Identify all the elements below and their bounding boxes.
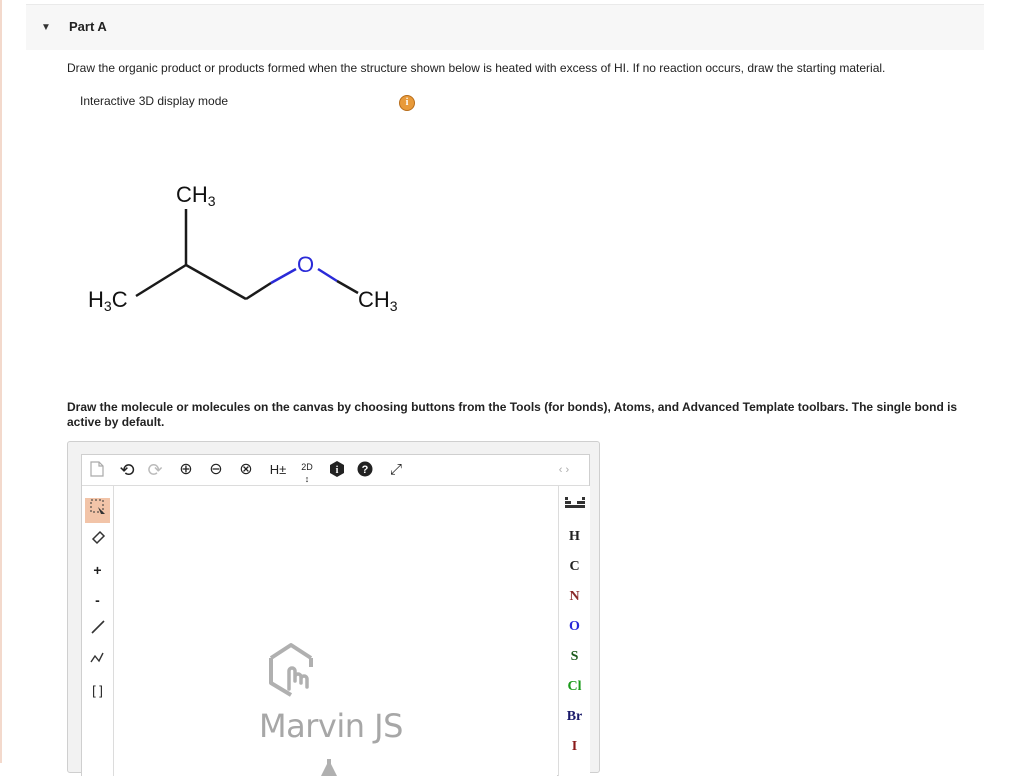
marvin-editor: ⟲ ⟳ ⊕ ⊖ ⊗ H± 2D ↕ i ? ⤢ ‹ › + - [] Marv… xyxy=(67,441,600,776)
atom-button-br[interactable]: Br xyxy=(559,709,590,725)
chain-icon[interactable] xyxy=(85,648,110,673)
top-toolbar: ⟲ ⟳ ⊕ ⊖ ⊗ H± 2D ↕ i ? ⤢ ‹ › xyxy=(82,455,589,486)
atom-button-h[interactable]: H xyxy=(559,529,590,545)
marvin-logo-icon xyxy=(269,643,313,697)
atom-button-o[interactable]: O xyxy=(559,619,590,635)
editor-frame: ⟲ ⟳ ⊕ ⊖ ⊗ H± 2D ↕ i ? ⤢ ‹ › + - [] Marv… xyxy=(81,454,590,776)
bond-o-to-ch3-dark xyxy=(336,279,359,295)
zoom-out-icon[interactable]: ⊖ xyxy=(206,461,226,479)
atom-button-cl[interactable]: Cl xyxy=(559,679,590,695)
info-icon[interactable]: i xyxy=(328,461,346,479)
atom-button-c[interactable]: C xyxy=(559,559,590,575)
hydrogen-toggle[interactable]: H± xyxy=(266,461,290,479)
svg-text:?: ? xyxy=(362,464,369,476)
zoom-in-icon[interactable]: ⊕ xyxy=(176,461,196,479)
single-bond-icon[interactable] xyxy=(85,618,110,643)
eraser-icon[interactable] xyxy=(85,528,110,553)
top-methyl-label: CH3 xyxy=(176,182,216,209)
bond-ch-to-ch2 xyxy=(185,263,247,301)
redo-icon[interactable]: ⟳ xyxy=(146,461,164,479)
clear-icon[interactable]: ⊗ xyxy=(236,461,256,479)
bond-ch2-to-o-dark xyxy=(245,281,272,301)
bond-o-to-ch3-blue xyxy=(317,267,338,283)
bond-ch2-to-o-blue xyxy=(270,267,297,285)
atom-button-n[interactable]: N xyxy=(559,589,590,605)
marvin-brand: Marvin JS xyxy=(259,707,403,745)
decrease-charge-icon[interactable]: - xyxy=(85,588,110,613)
oxygen-atom-label: O xyxy=(297,252,315,277)
help-icon[interactable]: ? xyxy=(356,461,374,479)
periodic-table-icon[interactable] xyxy=(565,496,585,508)
selection-tool-icon[interactable] xyxy=(85,498,110,523)
atom-button-i[interactable]: I xyxy=(559,739,590,755)
fullscreen-icon[interactable]: ⤢ xyxy=(386,461,406,479)
molecule-structure xyxy=(135,209,359,301)
right-methyl-label: CH3 xyxy=(358,287,398,314)
flask-icon xyxy=(321,759,337,776)
drawing-canvas[interactable]: Marvin JS xyxy=(114,486,557,776)
increase-charge-icon[interactable]: + xyxy=(85,558,110,583)
undo-icon[interactable]: ⟲ xyxy=(118,461,136,479)
svg-text:i: i xyxy=(336,465,339,476)
new-document-icon[interactable] xyxy=(88,461,106,479)
clean-2d-icon[interactable]: 2D ↕ xyxy=(296,461,318,484)
drawing-instructions: Draw the molecule or molecules on the ca… xyxy=(67,400,958,429)
bracket-icon[interactable]: [ ] xyxy=(85,678,110,703)
bond-h3c-to-ch xyxy=(135,263,187,298)
atom-button-s[interactable]: S xyxy=(559,649,590,665)
left-toolbar: + - [ ] xyxy=(82,486,114,776)
toolbar-nav-arrows[interactable]: ‹ › xyxy=(554,461,574,479)
right-toolbar: H C N O S Cl Br I xyxy=(558,486,590,776)
left-methyl-label: H3C xyxy=(88,287,128,314)
